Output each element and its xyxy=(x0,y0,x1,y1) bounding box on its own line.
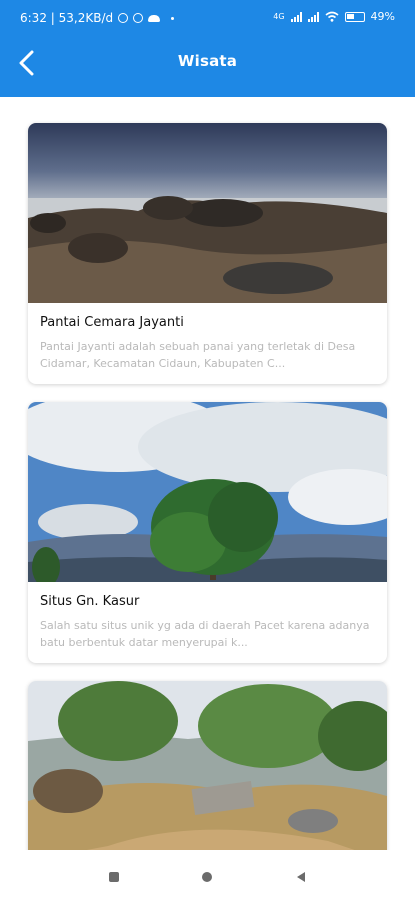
beach-rocks-photo xyxy=(28,123,387,303)
card-body: Pantai Cemara Jayanti Pantai Jayanti ada… xyxy=(28,303,387,384)
network-label: 4G xyxy=(273,12,285,21)
mountain-tree-photo xyxy=(28,402,387,582)
back-icon xyxy=(297,872,305,882)
status-right: 4G 49% xyxy=(273,10,395,23)
place-name: Pantai Cemara Jayanti xyxy=(40,315,184,330)
place-card[interactable]: Situs Gn. Kasur Salah satu situs unik yg… xyxy=(28,402,387,663)
battery-level: 49% xyxy=(370,10,395,23)
app-icon xyxy=(133,13,144,23)
place-name: Situs Gn. Kasur xyxy=(40,594,140,609)
alarm-icon xyxy=(118,13,129,23)
home-button[interactable] xyxy=(200,870,214,884)
card-body: Situs Gn. Kasur Salah satu situs unik yg… xyxy=(28,582,387,663)
home-icon xyxy=(202,872,212,882)
title-row: Wisata xyxy=(0,36,415,88)
system-back-button[interactable] xyxy=(294,870,308,884)
place-description: Pantai Jayanti adalah sebuah panai yang … xyxy=(40,340,356,370)
signal-icon-2 xyxy=(307,11,319,22)
status-left: 6:32 | 53,2KB/d xyxy=(20,11,175,25)
app-bar: 6:32 | 53,2KB/d 4G 49% Wisata xyxy=(0,0,415,97)
recent-apps-icon xyxy=(109,872,119,882)
battery-icon xyxy=(344,11,365,22)
hilltop-site-photo xyxy=(28,681,387,861)
signal-icon xyxy=(290,11,302,22)
status-bar: 6:32 | 53,2KB/d 4G 49% xyxy=(0,0,415,36)
place-card[interactable]: Pantai Cemara Jayanti Pantai Jayanti ada… xyxy=(28,123,387,384)
status-time: 6:32 | 53,2KB/d xyxy=(20,11,114,25)
wifi-icon xyxy=(325,11,339,22)
system-nav-bar xyxy=(0,850,415,900)
dot-icon xyxy=(171,16,175,20)
place-description: Salah satu situs unik yg ada di daerah P… xyxy=(40,619,370,649)
places-list: Pantai Cemara Jayanti Pantai Jayanti ada… xyxy=(28,123,388,909)
cloud-icon xyxy=(148,14,161,22)
page-title: Wisata xyxy=(177,52,238,70)
recent-apps-button[interactable] xyxy=(107,870,121,884)
